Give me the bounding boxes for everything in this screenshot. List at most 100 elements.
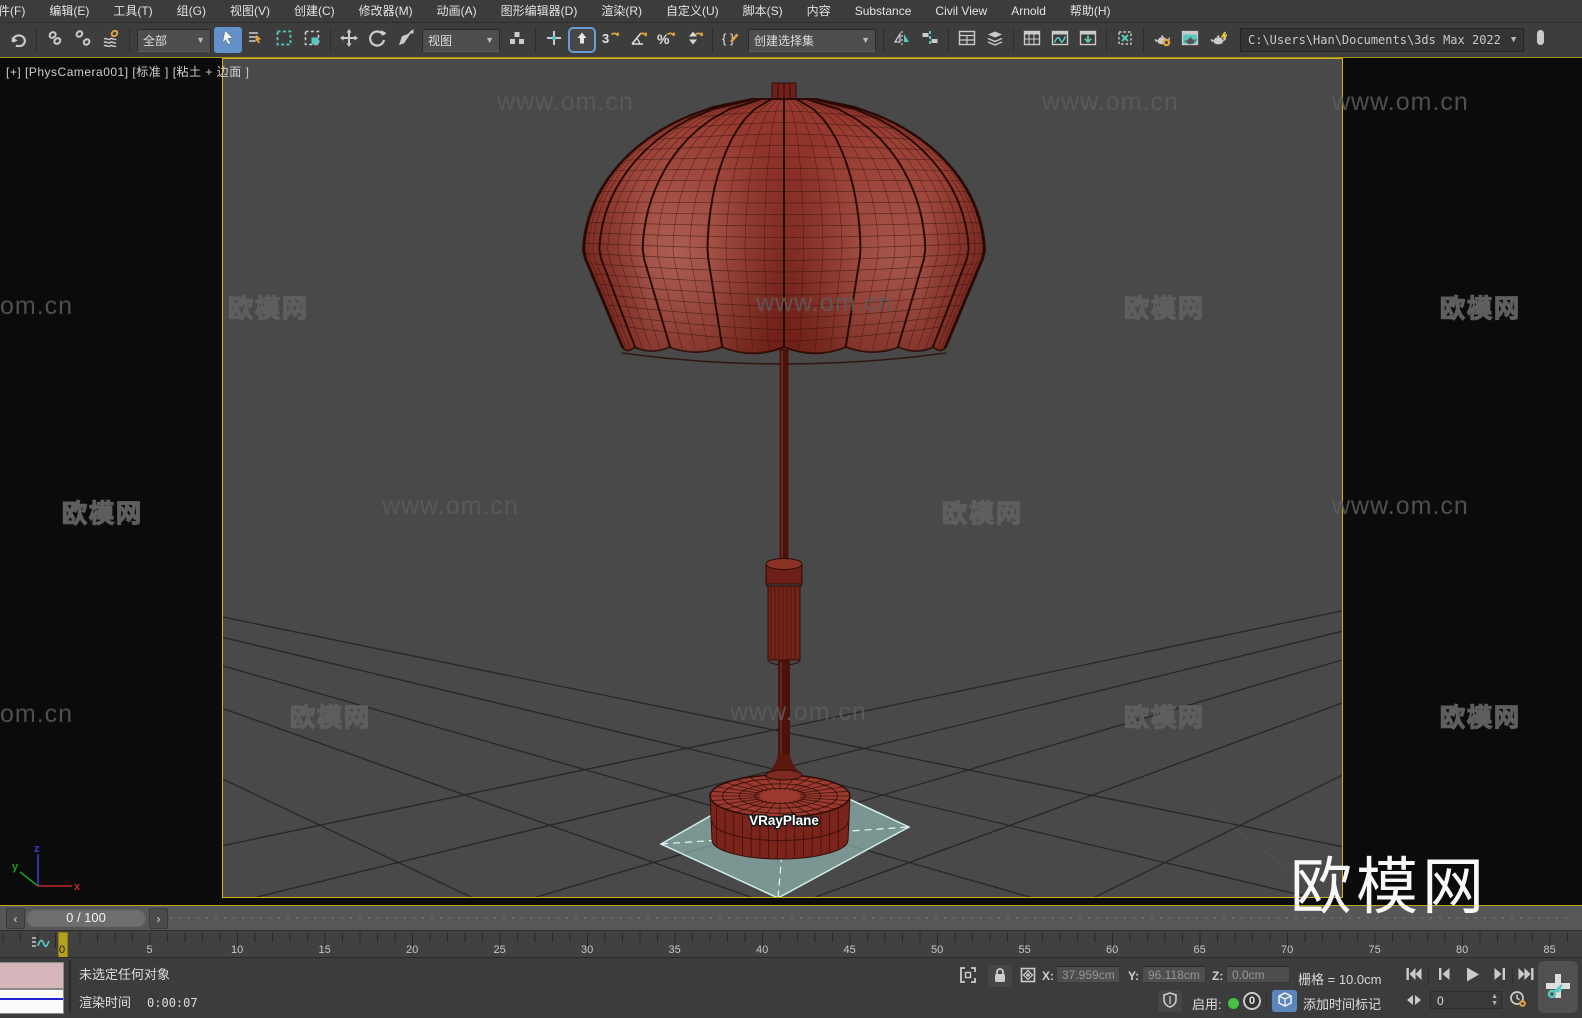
key-mode-toggle-button[interactable] (1404, 992, 1424, 1010)
z-coordinate-field[interactable]: 0.0cm (1226, 966, 1290, 983)
menu-item-12[interactable]: 脚本(S) (731, 0, 795, 22)
menu-item-1[interactable]: 文件(F) (0, 0, 37, 22)
window-crossing-button[interactable] (298, 27, 326, 53)
plus-key-icon (1542, 970, 1574, 1005)
align-button[interactable] (916, 27, 944, 53)
project-path-field[interactable]: C:\Users\Han\Documents\3ds Max 2022 ▼ (1240, 28, 1525, 52)
maxscript-mini-listener[interactable] (0, 989, 64, 1014)
macro-recorder-field[interactable] (0, 962, 64, 989)
use-pivot-center-button[interactable] (503, 27, 531, 53)
notification-button[interactable] (1524, 27, 1552, 53)
menu-item-11[interactable]: 自定义(U) (654, 0, 731, 22)
absolute-mode-button[interactable] (1016, 965, 1040, 987)
redo-icon (9, 29, 27, 52)
menu-item-8[interactable]: 动画(A) (425, 0, 489, 22)
angle-snap-button[interactable] (624, 27, 652, 53)
time-slider-handle[interactable]: 0 / 100 (26, 908, 146, 927)
redo-button[interactable] (4, 27, 32, 53)
menu-item-6[interactable]: 创建(C) (282, 0, 347, 22)
select-and-scale-button[interactable] (391, 27, 419, 53)
select-by-name-button[interactable] (242, 27, 270, 53)
adaptive-degradation-button[interactable] (1158, 990, 1182, 1012)
menu-item-13[interactable]: 内容 (795, 0, 843, 22)
curve-editor-button[interactable] (1046, 27, 1074, 53)
render-setup-button[interactable] (1148, 27, 1176, 53)
toolbar-separator (1106, 28, 1107, 52)
select-and-place-button[interactable] (540, 27, 568, 53)
menu-item-10[interactable]: 渲染(R) (589, 0, 654, 22)
menu-item-4[interactable]: 组(G) (165, 0, 218, 22)
camera-viewport[interactable]: VRayPlane (222, 58, 1343, 898)
isolate-selection-toggle-button[interactable] (956, 965, 980, 987)
menu-item-9[interactable]: 图形编辑器(D) (489, 0, 590, 22)
main-toolbar: 全部 ▼ 视图 ▼ 3% { } 创建选择集 ▼ C:\Users\Han\Documents\… (0, 23, 1582, 57)
key-mode-icon (1405, 992, 1423, 1011)
spinner-snap-button[interactable] (680, 27, 708, 53)
render-icon (1209, 29, 1228, 52)
schematic-view-button[interactable] (1074, 27, 1102, 53)
frame-spinner[interactable]: ▲ ▼ (1491, 993, 1498, 1007)
rectangular-selection-region-button[interactable] (270, 27, 298, 53)
render-production-button[interactable] (1204, 27, 1232, 53)
go-to-start-button[interactable] (1402, 965, 1426, 986)
previous-frame-button[interactable] (1432, 965, 1456, 986)
previous-frame-arrow-button[interactable]: ‹ (6, 908, 25, 929)
menu-item-15[interactable]: Civil View (923, 0, 999, 22)
play-button[interactable] (1458, 965, 1486, 986)
mirror-button[interactable] (888, 27, 916, 53)
notification-count-badge[interactable]: 0 (1243, 992, 1261, 1010)
statusbar-divider (69, 960, 71, 1013)
toolbar-separator (330, 28, 331, 52)
current-frame-field[interactable]: 0 ▲ ▼ (1430, 991, 1502, 1009)
x-coordinate-label: X: (1042, 969, 1054, 983)
select-and-rotate-button[interactable] (363, 27, 391, 53)
next-frame-arrow-button[interactable]: › (149, 908, 168, 929)
frame-number-15: 15 (318, 944, 331, 956)
menu-item-7[interactable]: 修改器(M) (347, 0, 425, 22)
time-tag-cube-button[interactable] (1272, 990, 1297, 1012)
absolute-mode-icon (1019, 966, 1037, 987)
scene-layers-button[interactable] (981, 27, 1009, 53)
named-selection-set-dropdown[interactable]: 创建选择集 ▼ (748, 28, 876, 52)
add-time-tag-button[interactable]: 添加时间标记 (1303, 994, 1381, 1013)
shield-icon (1161, 991, 1179, 1012)
select-and-move-button[interactable] (335, 27, 363, 53)
select-object-button[interactable] (214, 27, 242, 53)
selection-lock-toggle-button[interactable] (988, 965, 1012, 987)
time-configuration-button[interactable] (1506, 990, 1530, 1010)
frame-number-0: 0 (59, 944, 66, 956)
select-and-link-button[interactable] (41, 27, 69, 53)
snap-3d-button[interactable]: 3 (596, 27, 624, 53)
set-key-button[interactable] (1538, 961, 1578, 1013)
edit-named-selection-button[interactable]: { } (717, 27, 745, 53)
menu-item-3[interactable]: 工具(T) (101, 0, 164, 22)
toggle-scene-explorer-button[interactable] (1018, 27, 1046, 53)
unlink-selection-button[interactable] (69, 27, 97, 53)
isolate-icon (959, 966, 977, 987)
menu-item-14[interactable]: Substance (843, 0, 924, 22)
reference-coordinate-dropdown[interactable]: 视图 ▼ (422, 28, 500, 52)
mini-curve-editor-button[interactable] (30, 934, 52, 957)
percent-snap-button[interactable]: % (652, 27, 680, 53)
snap-toggle-button[interactable] (568, 27, 596, 53)
y-coordinate-field[interactable]: 96.118cm (1142, 966, 1206, 983)
next-frame-button[interactable] (1488, 965, 1512, 986)
menu-item-17[interactable]: 帮助(H) (1058, 0, 1123, 22)
viewport-label[interactable]: [+] [PhysCamera001] [标准 ] [粘土 + 边面 ] (6, 63, 249, 80)
menu-item-16[interactable]: Arnold (999, 0, 1058, 22)
pivot-center-icon (508, 29, 526, 52)
bind-to-space-warp-button[interactable] (97, 27, 125, 53)
track-bar[interactable]: 0 5 10 15 20 25 30 35 40 45 50 55 60 65 70 75 80 85 (0, 930, 1582, 959)
menu-item-2[interactable]: 编辑(E) (37, 0, 101, 22)
layer-manager-button[interactable] (953, 27, 981, 53)
x-coordinate-field[interactable]: 37.959cm (1056, 966, 1120, 983)
rendered-frame-window-button[interactable] (1176, 27, 1204, 53)
spinner-snap-icon (685, 29, 705, 52)
prev-frame-icon (1435, 965, 1453, 986)
menu-item-5[interactable]: 视图(V) (218, 0, 282, 22)
space-warp-icon (102, 29, 120, 52)
isolate-selection-button[interactable] (1111, 27, 1139, 53)
selection-filter-dropdown[interactable]: 全部 ▼ (137, 28, 211, 52)
render-setup-icon (1153, 29, 1171, 52)
go-to-end-button[interactable] (1514, 965, 1538, 986)
